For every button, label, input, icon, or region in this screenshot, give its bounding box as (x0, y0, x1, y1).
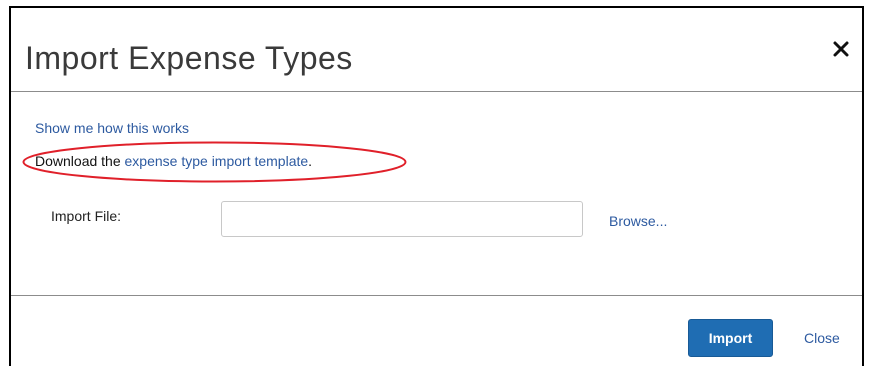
browse-link[interactable]: Browse... (609, 213, 667, 229)
import-file-label: Import File: (51, 208, 122, 224)
import-file-input[interactable] (221, 201, 583, 237)
header-divider (11, 91, 862, 92)
footer-divider (11, 295, 862, 296)
close-icon[interactable] (832, 40, 850, 58)
dialog-title: Import Expense Types (25, 40, 353, 76)
download-prefix: Download the (35, 153, 125, 169)
template-link[interactable]: expense type import template (125, 153, 309, 169)
download-suffix: . (308, 153, 313, 169)
import-expense-types-dialog: Import Expense Types Show me how this wo… (9, 6, 864, 366)
import-button[interactable]: Import (688, 319, 773, 357)
close-link[interactable]: Close (804, 330, 840, 346)
show-me-how-link[interactable]: Show me how this works (35, 120, 189, 136)
download-template-text: Download the expense type import templat… (35, 153, 312, 169)
